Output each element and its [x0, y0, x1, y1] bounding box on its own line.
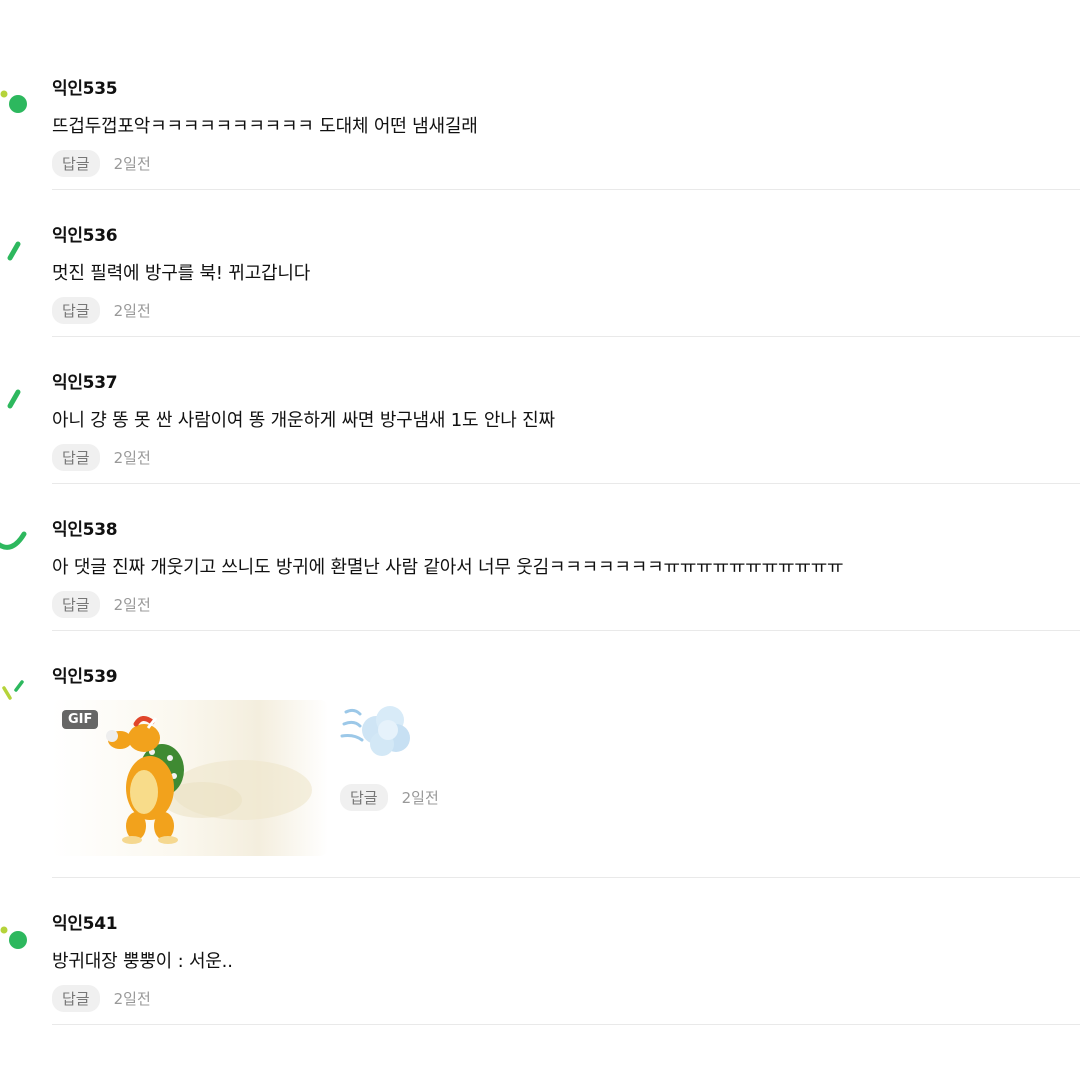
comment-time: 2일전: [113, 449, 151, 467]
comment-meta: 답글 2일전: [52, 985, 151, 1012]
comment-meta: 답글 2일전: [52, 297, 151, 324]
comment-meta: 답글 2일전: [52, 591, 151, 618]
comment-author: 익인537: [52, 373, 118, 393]
reply-button[interactable]: 답글: [52, 297, 100, 324]
reply-button[interactable]: 답글: [340, 784, 388, 811]
comment-author: 익인539: [52, 667, 118, 687]
comment-item: 익인538 아 댓글 진짜 개웃기고 쓰니도 방귀에 환멸난 사람 같아서 너무…: [52, 511, 1080, 631]
comment-author: 익인541: [52, 914, 118, 934]
comment-text: 방귀대장 뿡뿡이 : 서운..: [52, 951, 233, 972]
comment-time: 2일전: [113, 155, 151, 173]
comment-text: 뜨겁두껍포악ㅋㅋㅋㅋㅋㅋㅋㅋㅋㅋ 도대체 어떤 냄새길래: [52, 116, 478, 137]
comment-author: 익인536: [52, 226, 118, 246]
decorative-dot-icon: [0, 90, 27, 113]
comment-text: 아니 걍 똥 못 싼 사람이여 똥 개운하게 싸면 방구냄새 1도 안나 진짜: [52, 410, 555, 431]
reply-button[interactable]: 답글: [52, 444, 100, 471]
comment-author: 익인538: [52, 520, 118, 540]
comment-item: 익인536 멋진 필력에 방구를 북! 뀌고갑니다 답글 2일전: [52, 217, 1080, 337]
decorative-dash-icon: [7, 241, 21, 261]
comment-author: 익인535: [52, 79, 118, 99]
comment-meta: 답글 2일전: [340, 784, 439, 811]
comment-meta: 답글 2일전: [52, 150, 151, 177]
comment-item: 익인537 아니 걍 똥 못 싼 사람이여 똥 개운하게 싸면 방구냄새 1도 …: [52, 364, 1080, 484]
comment-time: 2일전: [113, 990, 151, 1008]
reply-button[interactable]: 답글: [52, 591, 100, 618]
decorative-arc-icon: [0, 531, 27, 550]
reply-button[interactable]: 답글: [52, 985, 100, 1012]
gif-attachment[interactable]: GIF: [52, 700, 328, 856]
comment-time: 2일전: [401, 789, 439, 807]
dash-cloud-emoji-icon: [340, 706, 410, 756]
comment-time: 2일전: [113, 596, 151, 614]
decorative-dash-icon: [7, 389, 21, 409]
comment-list: 익인535 뜨겁두껍포악ㅋㅋㅋㅋㅋㅋㅋㅋㅋㅋ 도대체 어떤 냄새길래 답글 2일…: [0, 0, 1080, 1080]
comment-item: 익인541 방귀대장 뿡뿡이 : 서운.. 답글 2일전: [52, 905, 1080, 1025]
comment-time: 2일전: [113, 302, 151, 320]
comment-text: 멋진 필력에 방구를 북! 뀌고갑니다: [52, 263, 311, 284]
comment-meta: 답글 2일전: [52, 444, 151, 471]
comment-text: 아 댓글 진짜 개웃기고 쓰니도 방귀에 환멸난 사람 같아서 너무 웃김ㅋㅋㅋ…: [52, 557, 844, 578]
comment-item: 익인535 뜨겁두껍포악ㅋㅋㅋㅋㅋㅋㅋㅋㅋㅋ 도대체 어떤 냄새길래 답글 2일…: [52, 70, 1080, 190]
reply-button[interactable]: 답글: [52, 150, 100, 177]
gif-badge: GIF: [62, 710, 99, 729]
decorative-dot-icon: [0, 926, 27, 949]
decorative-sparkle-icon: [2, 680, 24, 700]
comment-item: 익인539 GIF 답글 2일전: [52, 658, 1080, 878]
